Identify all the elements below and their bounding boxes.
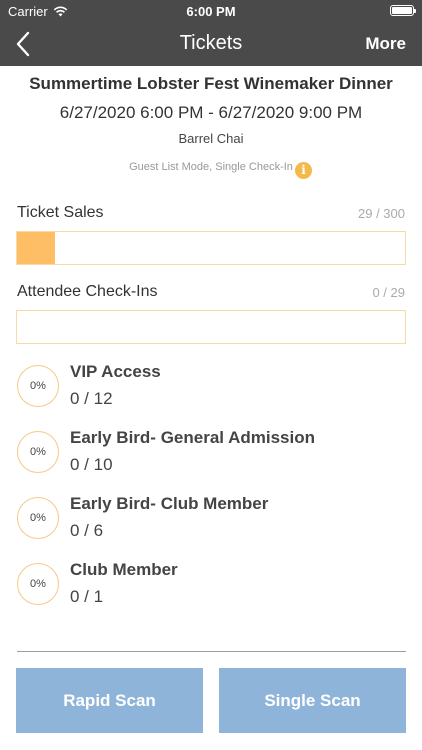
page-title: Tickets: [179, 32, 243, 54]
check-ins-progress: [16, 310, 406, 344]
ticket-sales-progress: [16, 231, 406, 265]
ticket-type-name: Early Bird- General Admission: [70, 428, 315, 447]
event-title: Summertime Lobster Fest Winemaker Dinner: [29, 74, 393, 93]
event-dates: 6/27/2020 6:00 PM - 6/27/2020 9:00 PM: [59, 103, 363, 122]
ticket-type-count: 0 / 1: [70, 587, 104, 606]
ticket-type-count: 0 / 10: [70, 455, 113, 474]
ticket-sales-progress-fill: [17, 232, 55, 264]
ticket-type-name: Club Member: [70, 560, 178, 579]
ticket-type-count: 0 / 12: [70, 389, 113, 408]
percent-circle: 0%: [17, 431, 59, 473]
ticket-sales-count: 29 / 300: [358, 206, 405, 221]
battery-icon: [390, 5, 416, 16]
event-venue: Barrel Chai: [178, 131, 244, 146]
navigation-bar: Tickets More: [0, 22, 422, 66]
info-icon[interactable]: i: [295, 162, 312, 179]
ticket-sales-label: Ticket Sales: [17, 204, 104, 221]
divider: [17, 651, 406, 652]
ticket-type-count: 0 / 6: [70, 521, 104, 540]
ticket-type-row[interactable]: 0% VIP Access 0 / 12: [17, 362, 407, 422]
percent-circle: 0%: [17, 365, 59, 407]
percent-circle: 0%: [17, 497, 59, 539]
status-bar: Carrier 6:00 PM: [0, 0, 422, 22]
check-ins-count: 0 / 29: [372, 285, 405, 300]
ticket-type-row[interactable]: 0% Early Bird- General Admission 0 / 10: [17, 428, 407, 488]
single-scan-button[interactable]: Single Scan: [219, 668, 406, 733]
status-time: 6:00 PM: [186, 4, 236, 19]
ticket-type-row[interactable]: 0% Club Member 0 / 1: [17, 560, 407, 620]
ticket-type-name: Early Bird- Club Member: [70, 494, 269, 513]
check-in-mode-label: Guest List Mode, Single Check-In: [129, 161, 293, 173]
ticket-type-name: VIP Access: [70, 362, 161, 381]
check-in-mode: Guest List Mode, Single Check-In: [0, 161, 422, 173]
percent-circle: 0%: [17, 563, 59, 605]
check-ins-label: Attendee Check-Ins: [17, 283, 158, 300]
ticket-type-row[interactable]: 0% Early Bird- Club Member 0 / 6: [17, 494, 407, 554]
more-button[interactable]: More: [365, 34, 406, 54]
rapid-scan-button[interactable]: Rapid Scan: [16, 668, 203, 733]
